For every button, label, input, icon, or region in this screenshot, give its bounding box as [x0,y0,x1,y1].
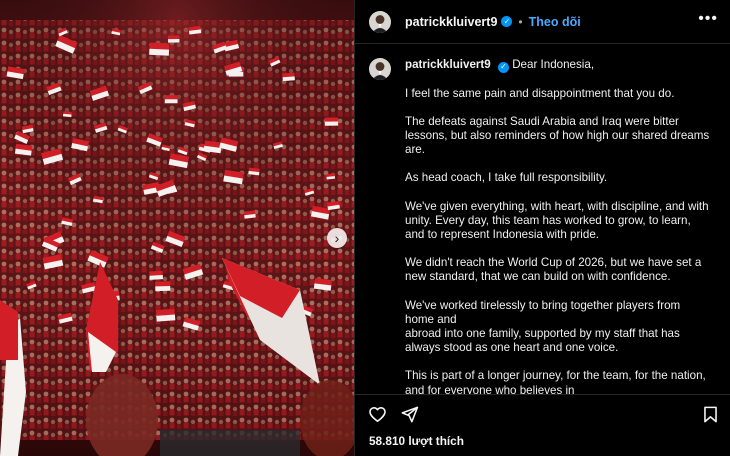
avatar-image [369,10,391,33]
crowd-photo [0,0,354,456]
action-bar [355,394,730,434]
post-header: patrickkluivert9 ✓ • Theo dõi ••• [355,0,730,44]
caption-greeting: Dear Indonesia, [512,58,595,71]
next-photo-button[interactable]: › [327,228,347,248]
post-dialog: › patrickkluivert9 ✓ • Theo dõi ••• patr… [0,0,730,456]
bookmark-icon [703,406,717,423]
caption-paragraph: We've worked tirelessly to bring togethe… [405,298,681,355]
caption-paragraph: This is part of a longer journey, for th… [405,369,706,394]
follow-button[interactable]: Theo dõi [529,15,581,29]
more-options-icon[interactable]: ••• [698,10,718,33]
send-icon [401,406,418,423]
heart-icon [368,406,386,423]
caption-paragraph: We've given everything, with heart, with… [405,199,709,242]
verified-badge-icon: ✓ [501,16,513,27]
likes-count[interactable]: 58.810 lượt thích [355,434,730,456]
post-sidebar: patrickkluivert9 ✓ • Theo dõi ••• patric… [354,0,730,456]
caption-paragraph: I feel the same pain and disappointment … [405,86,675,100]
caption-paragraph: As head coach, I take full responsibilit… [405,171,608,185]
post-photo[interactable]: › [0,0,354,456]
save-button[interactable] [700,405,720,425]
chevron-right-icon: › [334,230,340,246]
avatar-image [369,58,391,80]
share-button[interactable] [399,405,419,425]
caption-area: patrickkluivert9 ✓ Dear Indonesia, I fee… [355,44,730,394]
caption-paragraph: The defeats against Saudi Arabia and Ira… [405,114,710,157]
caption-paragraph: We didn't reach the World Cup of 2026, b… [405,256,702,284]
author-username[interactable]: patrickkluivert9 [405,15,497,29]
post-caption: patrickkluivert9 ✓ Dear Indonesia, I fee… [405,58,711,394]
separator: • [518,14,523,29]
caption-avatar[interactable] [369,58,391,80]
caption-username[interactable]: patrickkluivert9 [405,58,491,71]
verified-badge-icon: ✓ [497,61,509,73]
avatar[interactable] [369,10,391,33]
like-button[interactable] [367,405,387,425]
